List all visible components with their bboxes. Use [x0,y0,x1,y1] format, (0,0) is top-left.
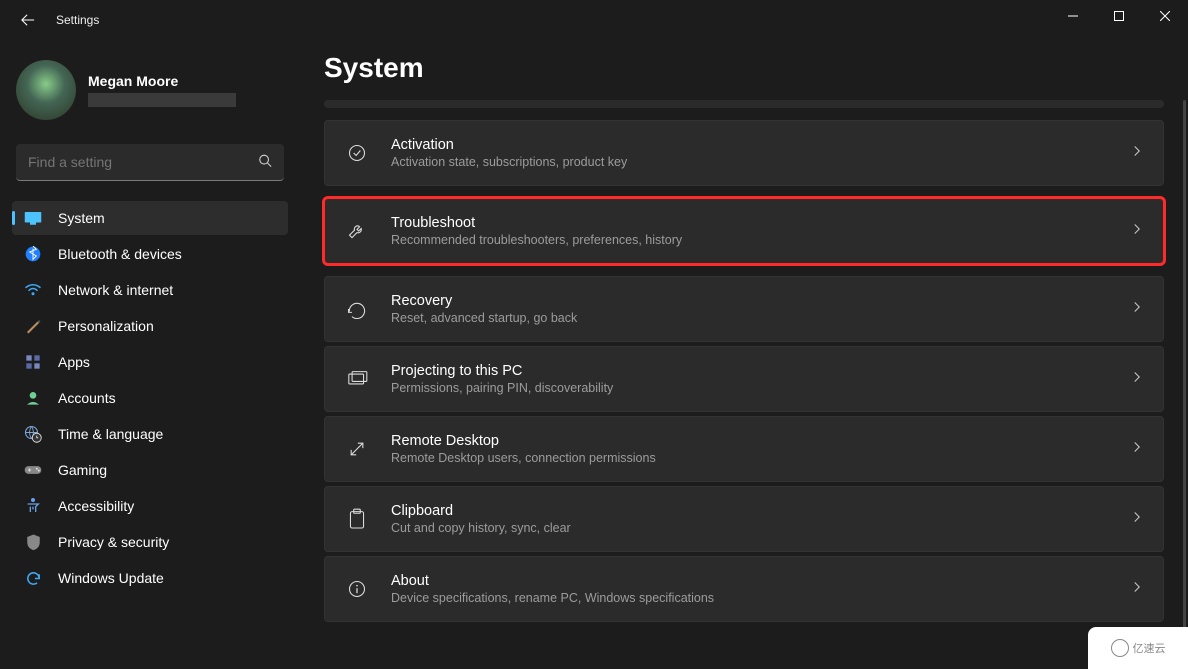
card-projecting-to-this-pc[interactable]: Projecting to this PC Permissions, pairi… [324,346,1164,412]
nav-item-label: Accessibility [58,498,134,514]
clipboard-icon [345,507,369,531]
card-remote-desktop[interactable]: Remote Desktop Remote Desktop users, con… [324,416,1164,482]
person-icon [24,389,42,407]
nav-item-accounts[interactable]: Accounts [12,381,288,415]
nav-item-time-language[interactable]: Time & language [12,417,288,451]
monitor-icon [24,209,42,227]
nav-item-accessibility[interactable]: Accessibility [12,489,288,523]
chevron-right-icon [1131,144,1143,162]
nav-item-label: Accounts [58,390,116,406]
nav-item-label: Privacy & security [58,534,169,550]
nav-item-privacy-security[interactable]: Privacy & security [12,525,288,559]
scroll-header-bar [324,100,1164,108]
brush-icon [24,317,42,335]
close-icon [1160,11,1170,21]
nav-item-label: Time & language [58,426,163,442]
project-icon [345,367,369,391]
card-about[interactable]: About Device specifications, rename PC, … [324,556,1164,622]
wifi-icon [24,281,42,299]
titlebar: Settings [0,0,1188,40]
maximize-button[interactable] [1096,0,1142,32]
avatar [16,60,76,120]
wrench-icon [345,219,369,243]
main-panel: System Activation Activation state, subs… [300,40,1188,669]
watermark: 亿速云 [1088,627,1188,669]
nav-list: System Bluetooth & devices Network & inter… [8,201,292,595]
card-desc: Cut and copy history, sync, clear [391,521,1131,535]
nav-item-label: Bluetooth & devices [58,246,182,262]
accessibility-icon [24,497,42,515]
card-title: Recovery [391,293,1131,309]
remote-icon [345,437,369,461]
nav-item-label: Windows Update [58,570,164,586]
nav-item-personalization[interactable]: Personalization [12,309,288,343]
nav-item-label: Personalization [58,318,154,334]
nav-item-network-internet[interactable]: Network & internet [12,273,288,307]
card-desc: Remote Desktop users, connection permiss… [391,451,1131,465]
card-title: Remote Desktop [391,433,1131,449]
cloud-icon [1111,639,1129,657]
sync-icon [24,569,42,587]
nav-item-label: Apps [58,354,90,370]
card-activation[interactable]: Activation Activation state, subscriptio… [324,120,1164,186]
chevron-right-icon [1131,440,1143,458]
card-title: Projecting to this PC [391,363,1131,379]
apps-icon [24,353,42,371]
nav-item-label: Gaming [58,462,107,478]
card-desc: Device specifications, rename PC, Window… [391,591,1131,605]
nav-item-windows-update[interactable]: Windows Update [12,561,288,595]
globe-clock-icon [24,425,42,443]
nav-item-bluetooth-devices[interactable]: Bluetooth & devices [12,237,288,271]
card-desc: Permissions, pairing PIN, discoverabilit… [391,381,1131,395]
back-button[interactable] [16,8,40,32]
chevron-right-icon [1131,510,1143,528]
checkmark-circle-icon [345,141,369,165]
card-desc: Recommended troubleshooters, preferences… [391,233,1131,247]
card-desc: Reset, advanced startup, go back [391,311,1131,325]
maximize-icon [1114,11,1124,21]
nav-item-label: Network & internet [58,282,173,298]
card-title: Activation [391,137,1131,153]
scrollbar[interactable] [1183,100,1186,649]
sidebar: Megan Moore System Bluetooth & devices Net… [0,40,300,669]
nav-item-gaming[interactable]: Gaming [12,453,288,487]
user-name: Megan Moore [88,73,236,89]
arrow-left-icon [21,13,35,27]
window-controls [1050,0,1188,32]
close-button[interactable] [1142,0,1188,32]
nav-item-apps[interactable]: Apps [12,345,288,379]
card-recovery[interactable]: Recovery Reset, advanced startup, go bac… [324,276,1164,342]
search-wrap [16,144,284,181]
chevron-right-icon [1131,222,1143,240]
card-desc: Activation state, subscriptions, product… [391,155,1131,169]
bluetooth-icon [24,245,42,263]
card-troubleshoot[interactable]: Troubleshoot Recommended troubleshooters… [324,198,1164,264]
search-input[interactable] [16,144,284,181]
card-clipboard[interactable]: Clipboard Cut and copy history, sync, cl… [324,486,1164,552]
gamepad-icon [24,461,42,479]
info-icon [345,577,369,601]
chevron-right-icon [1131,300,1143,318]
minimize-icon [1068,11,1078,21]
user-block[interactable]: Megan Moore [8,52,292,136]
search-icon [258,153,272,172]
watermark-text: 亿速云 [1133,640,1166,656]
window-title: Settings [56,13,99,27]
chevron-right-icon [1131,370,1143,388]
nav-item-label: System [58,210,105,226]
minimize-button[interactable] [1050,0,1096,32]
card-title: Clipboard [391,503,1131,519]
card-title: Troubleshoot [391,215,1131,231]
page-title: System [324,52,1164,84]
recovery-icon [345,297,369,321]
nav-item-system[interactable]: System [12,201,288,235]
user-email-redacted [88,93,236,107]
chevron-right-icon [1131,580,1143,598]
card-title: About [391,573,1131,589]
shield-icon [24,533,42,551]
